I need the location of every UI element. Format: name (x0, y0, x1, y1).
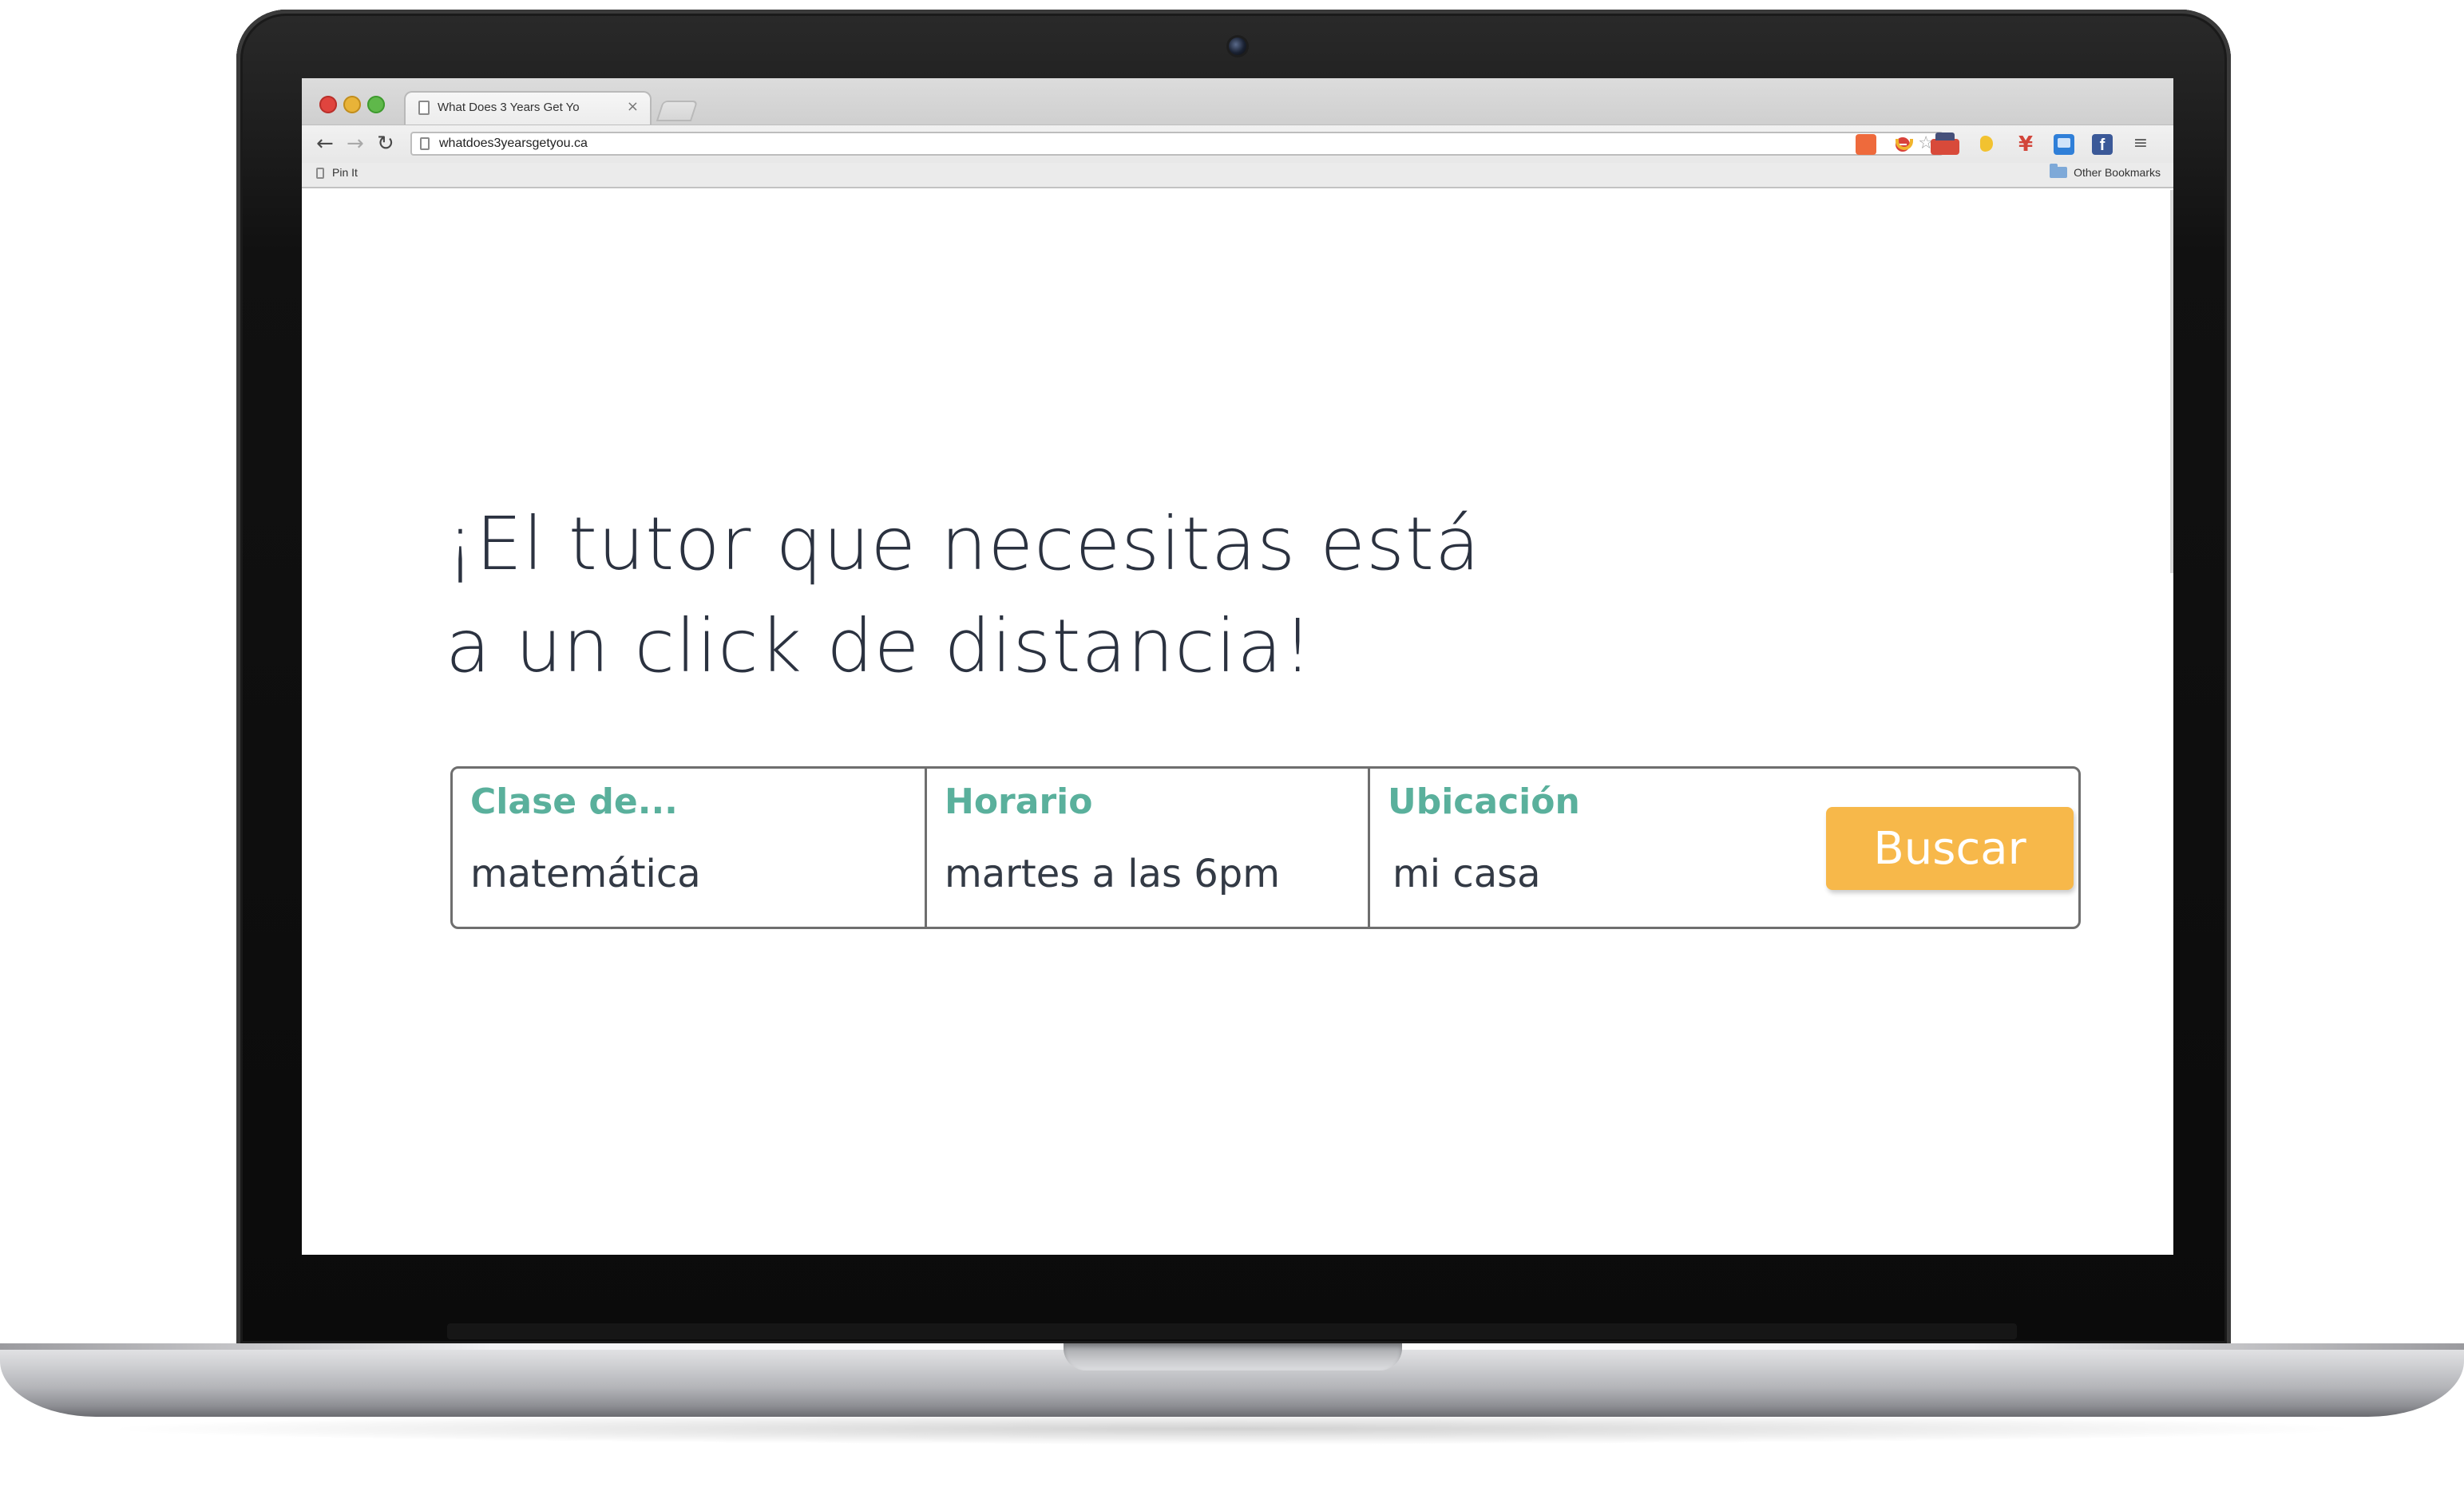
search-button[interactable]: Buscar (1826, 807, 2074, 890)
page-icon (418, 101, 430, 115)
page-headline: ¡El tutor que necesitas está a un click … (446, 493, 1480, 698)
subject-input[interactable]: matemática (470, 852, 870, 896)
page-icon (316, 168, 324, 179)
browser-tab-bar: What Does 3 Years Get Yo × (302, 78, 2173, 125)
menu-icon[interactable]: ≡ (2130, 134, 2151, 155)
bookmarks-bar: Pin It Other Bookmarks (302, 163, 2173, 188)
headline-line-1: ¡El tutor que necesitas está (446, 501, 1481, 587)
schedule-label: Horario (945, 781, 1093, 822)
folder-icon (2050, 164, 2068, 178)
schedule-input[interactable]: martes a las 6pm (945, 852, 1344, 896)
scrollbar[interactable] (2170, 190, 2173, 573)
zoom-window-button[interactable] (367, 96, 385, 113)
new-tab-button[interactable] (656, 101, 699, 121)
browser-toolbar: ← → ↻ whatdoes3yearsgetyou.ca ☆ (302, 125, 2173, 164)
tab-title: What Does 3 Years Get Yo (438, 101, 580, 114)
address-bar[interactable]: whatdoes3yearsgetyou.ca ☆ (410, 132, 1943, 156)
screen: What Does 3 Years Get Yo × ← → ↻ whatdoe… (302, 78, 2173, 1255)
headline-line-2: a un click de distancia! (446, 603, 1313, 689)
page-icon (420, 137, 430, 150)
other-bookmarks[interactable]: Other Bookmarks (2050, 164, 2161, 179)
back-arrow-icon[interactable]: ← (316, 130, 334, 157)
addon-orange-icon[interactable] (1856, 134, 1876, 155)
close-window-button[interactable] (319, 96, 337, 113)
bookmark-item[interactable]: Pin It (316, 166, 358, 179)
forward-arrow-icon[interactable]: → (347, 130, 364, 157)
laptop-opening-notch (1064, 1343, 1402, 1370)
location-input[interactable]: mi casa (1392, 852, 1792, 896)
url-text: whatdoes3yearsgetyou.ca (439, 136, 588, 150)
reload-icon[interactable]: ↻ (377, 130, 394, 157)
subject-label: Clase de... (470, 781, 678, 822)
addon-y-icon[interactable]: ¥ (2015, 134, 2036, 155)
addon-new-badge-icon[interactable] (1931, 132, 1959, 155)
laptop-shadow (96, 1413, 2368, 1445)
location-field[interactable]: Ubicación mi casa (1370, 769, 1785, 927)
other-bookmarks-label: Other Bookmarks (2074, 166, 2161, 179)
schedule-field[interactable]: Horario martes a las 6pm (927, 769, 1370, 927)
addon-blue-icon[interactable] (2054, 134, 2074, 155)
addon-horseshoe-icon[interactable] (1894, 134, 1915, 155)
tutor-search-form: Clase de... matemática Horario martes a … (450, 766, 2081, 929)
facebook-icon[interactable]: f (2092, 134, 2113, 155)
minimize-window-button[interactable] (343, 96, 361, 113)
bezel-bottom (447, 1323, 2017, 1339)
webcam (1229, 38, 1246, 55)
addon-yellow-icon[interactable] (1977, 134, 1998, 155)
location-label: Ubicación (1388, 781, 1580, 822)
bookmark-label: Pin It (332, 166, 358, 179)
browser-tab-active[interactable]: What Does 3 Years Get Yo × (404, 91, 652, 125)
tab-close-icon[interactable]: × (627, 98, 639, 115)
subject-field[interactable]: Clase de... matemática (453, 769, 927, 927)
